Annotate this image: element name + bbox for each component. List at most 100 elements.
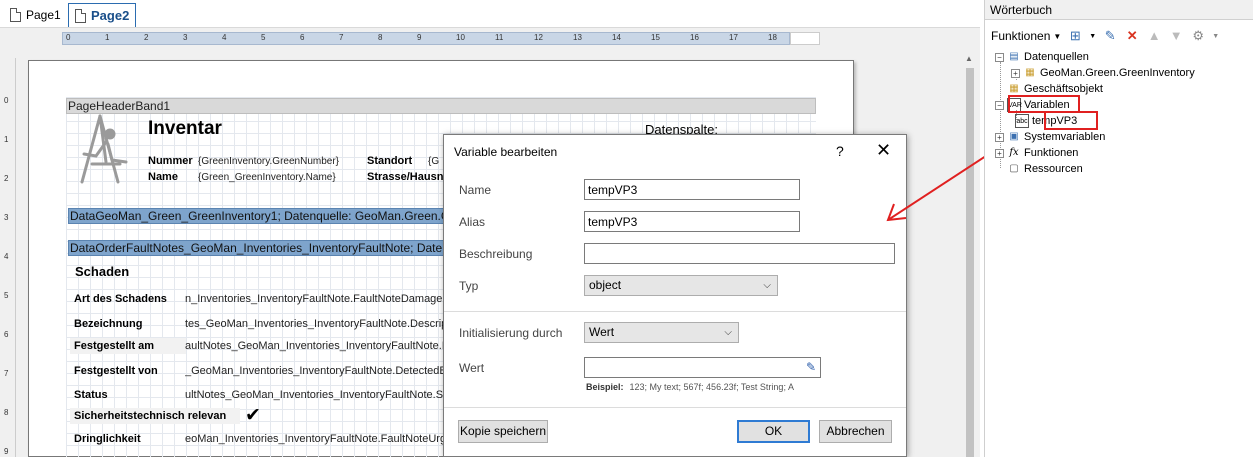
ok-button[interactable]: OK bbox=[737, 420, 810, 443]
ruler-number: 6 bbox=[300, 33, 305, 42]
beschreibung-input[interactable] bbox=[584, 243, 895, 264]
beschreibung-label: Beschreibung bbox=[459, 247, 533, 261]
ruler-number: 0 bbox=[4, 96, 9, 105]
new-item-icon[interactable]: ⊞ bbox=[1067, 28, 1083, 44]
ruler-number: 2 bbox=[4, 174, 9, 183]
row-value-bezeichnung[interactable]: tes_GeoMan_Inventories_InventoryFaultNot… bbox=[185, 318, 443, 330]
tree-item-datenquellen[interactable]: − ▤ Datenquellen bbox=[995, 49, 1089, 65]
section-title-schaden[interactable]: Schaden bbox=[75, 264, 129, 279]
tree-item-greeninventory[interactable]: + ▦ GeoMan.Green.GreenInventory bbox=[1011, 65, 1195, 81]
header-value-name[interactable]: {Green_GreenInventory.Name} bbox=[198, 172, 354, 183]
beispiel-hint: Beispiel: 123; My text; 567f; 456.23f; Te… bbox=[586, 382, 794, 392]
edit-icon[interactable]: ✎ bbox=[1102, 28, 1118, 44]
row-label-art[interactable]: Art des Schadens bbox=[74, 293, 167, 305]
collapse-icon[interactable]: − bbox=[995, 52, 1004, 62]
resources-icon: ▢ bbox=[1009, 163, 1019, 174]
ruler-number: 9 bbox=[4, 447, 9, 456]
name-input[interactable] bbox=[584, 179, 800, 200]
wert-input[interactable]: ✎ bbox=[584, 357, 821, 378]
dictionary-title: Wörterbuch bbox=[985, 0, 1253, 20]
tree-item-funktionen[interactable]: + fx Funktionen bbox=[995, 145, 1078, 161]
ruler-number: 3 bbox=[183, 33, 188, 42]
tab-page2[interactable]: Page2 bbox=[68, 3, 137, 27]
gear-icon[interactable]: ⚙ bbox=[1190, 28, 1206, 44]
row-label-status[interactable]: Status bbox=[74, 389, 108, 401]
cancel-button[interactable]: Abbrechen bbox=[819, 420, 892, 443]
tree-label: Ressourcen bbox=[1024, 163, 1083, 175]
ruler-number: 17 bbox=[729, 33, 738, 42]
edit-variable-dialog: Variable bearbeiten ? ✕ Name Alias Besch… bbox=[443, 134, 907, 457]
header-value-standort[interactable]: {G bbox=[428, 156, 443, 167]
row-value-festgestellt-von[interactable]: _GeoMan_Inventories_InventoryFaultNote.D… bbox=[185, 365, 443, 377]
init-select[interactable]: Wert ⌵ bbox=[584, 322, 739, 343]
ruler-number: 18 bbox=[768, 33, 777, 42]
typ-select[interactable]: object ⌵ bbox=[584, 275, 778, 296]
header-label-name[interactable]: Name bbox=[148, 171, 178, 183]
ruler-end bbox=[790, 32, 820, 45]
delete-icon[interactable]: ✕ bbox=[1124, 28, 1140, 44]
ruler-number: 9 bbox=[417, 33, 422, 42]
annotation-box-tempvp3 bbox=[1044, 111, 1098, 130]
scroll-up-icon[interactable]: ▲ bbox=[965, 54, 973, 63]
init-select-value: Wert bbox=[589, 325, 615, 339]
dictionary-panel: Wörterbuch Funktionen ▼ ⊞ ▼ ✎ ✕ ▲ ▼ ⚙ ▼ … bbox=[984, 0, 1253, 457]
ruler-number: 7 bbox=[4, 369, 9, 378]
move-down-icon[interactable]: ▼ bbox=[1168, 28, 1184, 44]
row-value-dringlichkeit[interactable]: eoMan_Inventories_InventoryFaultNote.Fau… bbox=[185, 433, 443, 445]
tree-item-systemvariablen[interactable]: + ▣ Systemvariablen bbox=[995, 129, 1105, 145]
header-label-standort[interactable]: Standort bbox=[367, 155, 412, 167]
dropdown-arrow-icon[interactable]: ▼ bbox=[1212, 33, 1219, 40]
expand-icon[interactable]: + bbox=[1011, 68, 1020, 78]
move-up-icon[interactable]: ▲ bbox=[1146, 28, 1162, 44]
row-value-art[interactable]: n_Inventories_InventoryFaultNote.FaultNo… bbox=[185, 293, 443, 305]
expand-icon[interactable]: + bbox=[995, 148, 1004, 158]
ruler-number: 15 bbox=[651, 33, 660, 42]
checkmark-icon[interactable]: ✔ bbox=[245, 404, 261, 427]
row-label-bezeichnung[interactable]: Bezeichnung bbox=[74, 318, 142, 330]
header-label-nummer[interactable]: Nummer bbox=[148, 155, 193, 167]
dialog-separator bbox=[444, 311, 906, 312]
ruler-number: 14 bbox=[612, 33, 621, 42]
row-value-status[interactable]: ultNotes_GeoMan_Inventories_InventoryFau… bbox=[185, 389, 443, 401]
help-icon[interactable]: ? bbox=[836, 143, 844, 159]
designer-scrollbar[interactable]: ▲ bbox=[963, 52, 977, 457]
report-title[interactable]: Inventar bbox=[148, 118, 222, 140]
ruler-number: 13 bbox=[573, 33, 582, 42]
row-label-festgestellt-von[interactable]: Festgestellt von bbox=[74, 365, 158, 377]
alias-input[interactable] bbox=[584, 211, 800, 232]
expand-icon[interactable]: + bbox=[995, 132, 1004, 142]
collapse-icon[interactable]: − bbox=[995, 100, 1004, 110]
row-value-festgestellt-am[interactable]: aultNotes_GeoMan_Inventories_InventoryFa… bbox=[185, 340, 443, 352]
ruler-number: 3 bbox=[4, 213, 9, 222]
functions-dropdown[interactable]: Funktionen ▼ bbox=[991, 29, 1061, 43]
tab-page1[interactable]: Page1 bbox=[4, 3, 67, 27]
tree-label: GeoMan.Green.GreenInventory bbox=[1040, 67, 1195, 79]
ruler-number: 8 bbox=[4, 408, 9, 417]
ruler-number: 0 bbox=[66, 33, 71, 42]
ruler-number: 6 bbox=[4, 330, 9, 339]
functions-label: Funktionen bbox=[991, 29, 1051, 43]
playground-swing-icon[interactable] bbox=[70, 114, 136, 186]
page-icon bbox=[10, 8, 21, 22]
dropdown-arrow-icon[interactable]: ▼ bbox=[1089, 33, 1096, 40]
pencil-icon[interactable]: ✎ bbox=[806, 360, 816, 374]
tree-label: Systemvariablen bbox=[1024, 131, 1106, 143]
datasource-icon: ▤ bbox=[1009, 51, 1019, 62]
row-label-sicherheit[interactable]: Sicherheitstechnisch relevan bbox=[70, 408, 240, 424]
tree-item-ressourcen[interactable]: ▢ Ressourcen bbox=[995, 161, 1083, 177]
report-designer-app: Page1 Page2 0 1 2 3 4 5 6 7 8 9 10 11 12 13 14 15 16 17 18… bbox=[0, 0, 1253, 457]
row-label-festgestellt-am[interactable]: Festgestellt am bbox=[70, 338, 186, 354]
header-value-nummer[interactable]: {GreenInventory.GreenNumber} bbox=[198, 156, 354, 167]
name-label: Name bbox=[459, 183, 492, 197]
save-copy-button[interactable]: Kopie speichern bbox=[458, 420, 548, 443]
row-label-dringlichkeit[interactable]: Dringlichkeit bbox=[74, 433, 141, 445]
page-icon bbox=[75, 8, 86, 23]
header-label-strasse[interactable]: Strasse/Hausn bbox=[367, 171, 443, 183]
beispiel-text: 123; My text; 567f; 456.23f; Test String… bbox=[629, 382, 794, 392]
page-header-band[interactable]: PageHeaderBand1 bbox=[66, 98, 816, 114]
ruler-number: 16 bbox=[690, 33, 699, 42]
ruler-number: 11 bbox=[495, 33, 504, 42]
vertical-ruler: 0 1 2 3 4 5 6 7 8 9 bbox=[0, 58, 16, 457]
ruler-number: 1 bbox=[4, 135, 9, 144]
ruler-number: 4 bbox=[4, 252, 9, 261]
